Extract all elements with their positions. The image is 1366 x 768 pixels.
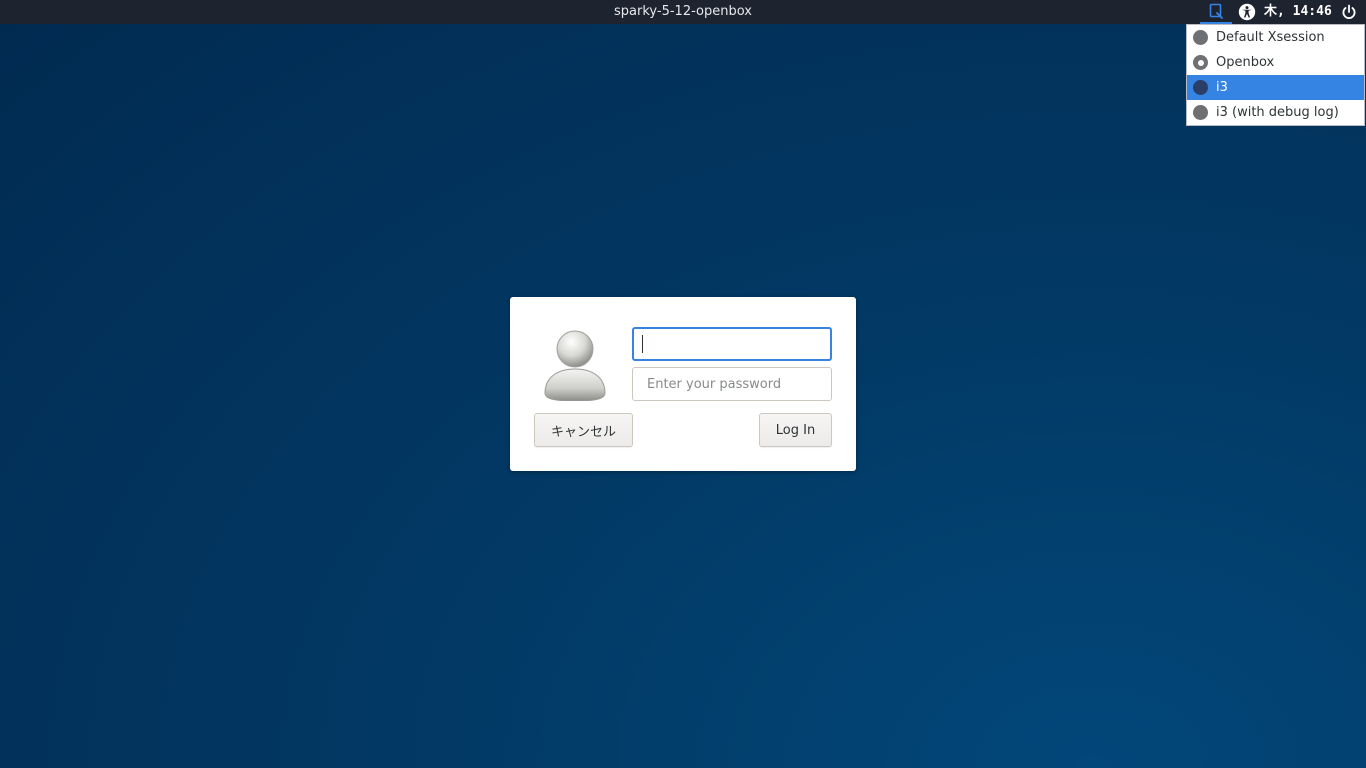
session-item-i3[interactable]: i3 bbox=[1187, 75, 1364, 100]
session-item-label: i3 bbox=[1216, 80, 1228, 95]
clock: 木, 14:46 bbox=[1264, 4, 1332, 19]
hostname-label: sparky-5-12-openbox bbox=[614, 4, 752, 19]
session-item-label: Openbox bbox=[1216, 55, 1275, 70]
top-panel: sparky-5-12-openbox 木, 14:46 bbox=[0, 0, 1366, 24]
user-avatar-icon bbox=[544, 330, 606, 401]
text-cursor bbox=[642, 335, 643, 353]
accessibility-button[interactable] bbox=[1238, 3, 1256, 21]
session-item-label: Default Xsession bbox=[1216, 30, 1325, 45]
session-select-icon bbox=[1209, 3, 1223, 19]
password-input[interactable] bbox=[632, 367, 832, 401]
session-item-openbox[interactable]: Openbox bbox=[1187, 50, 1364, 75]
session-item-label: i3 (with debug log) bbox=[1216, 105, 1339, 120]
session-menu: Default Xsession Openbox i3 i3 (with deb… bbox=[1186, 24, 1365, 126]
cancel-button[interactable]: キャンセル bbox=[534, 413, 633, 447]
username-input[interactable] bbox=[632, 327, 832, 361]
session-item-default-xsession[interactable]: Default Xsession bbox=[1187, 25, 1364, 50]
login-button[interactable]: Log In bbox=[759, 413, 832, 447]
radio-icon bbox=[1193, 30, 1208, 45]
accessibility-icon bbox=[1238, 3, 1256, 21]
session-item-i3-debug[interactable]: i3 (with debug log) bbox=[1187, 100, 1364, 125]
power-icon bbox=[1342, 4, 1356, 19]
login-dialog: キャンセル Log In bbox=[510, 297, 856, 471]
radio-icon bbox=[1193, 80, 1208, 95]
radio-icon bbox=[1193, 105, 1208, 120]
power-button[interactable] bbox=[1340, 3, 1358, 21]
session-menu-button[interactable] bbox=[1200, 0, 1232, 24]
radio-checked-icon bbox=[1193, 55, 1208, 70]
